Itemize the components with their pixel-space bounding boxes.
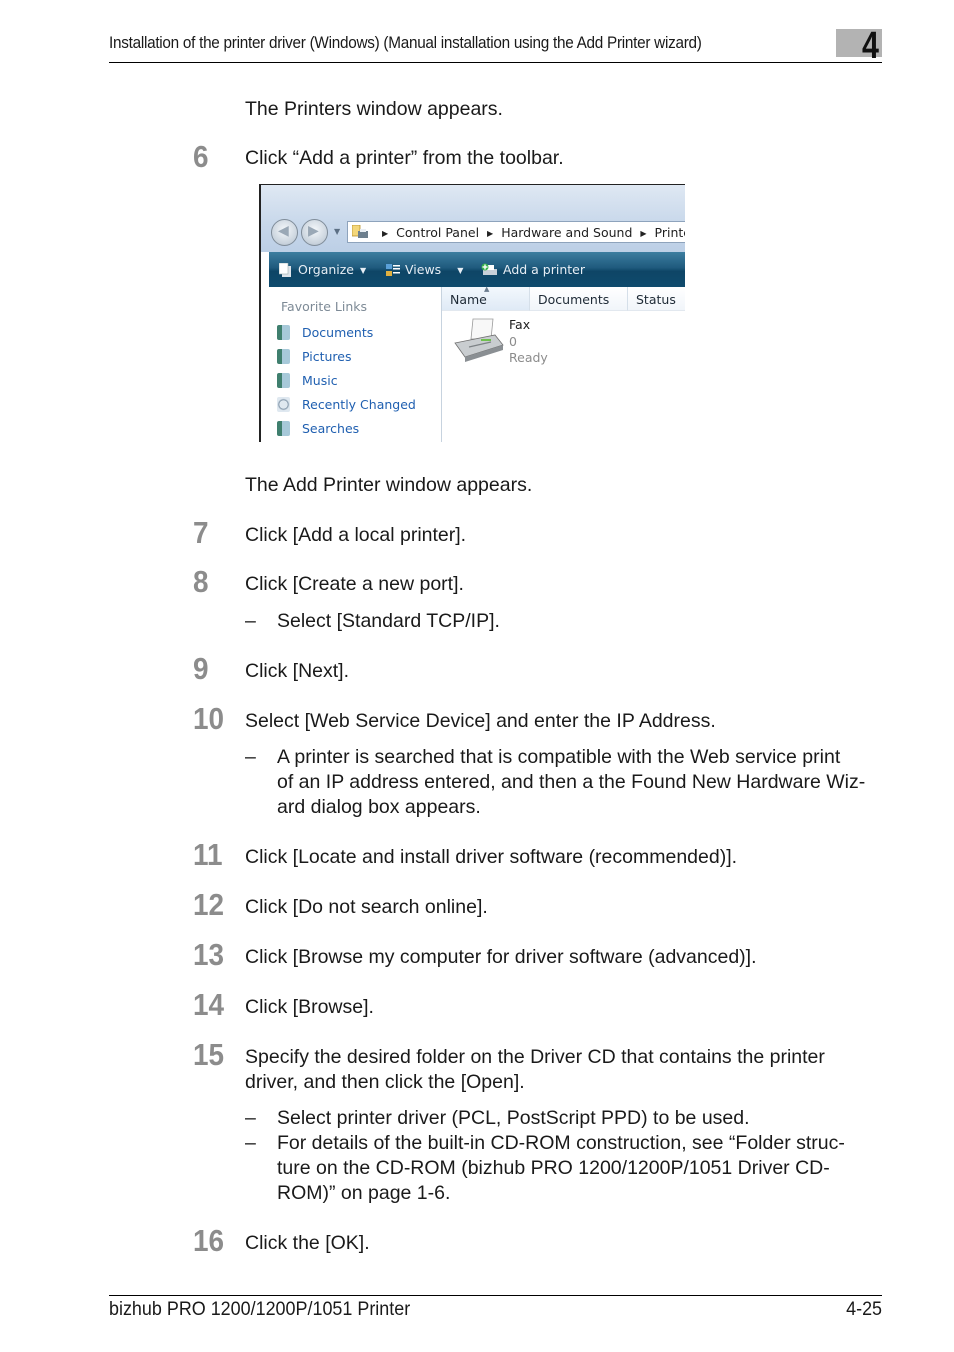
step-number: 8 — [193, 564, 209, 599]
step-number: 13 — [193, 937, 225, 972]
step-number: 14 — [193, 987, 225, 1022]
breadcrumb-control-panel[interactable]: Control Panel — [396, 225, 479, 240]
step-text: Click the [OK]. — [245, 1232, 370, 1254]
step-note-line: ard dialog box appears. — [277, 796, 481, 818]
step-text: Click [Create a new port]. — [245, 573, 464, 595]
step-number: 9 — [193, 651, 209, 686]
column-header-documents[interactable]: Documents — [530, 287, 628, 311]
footer-rule — [109, 1295, 882, 1296]
printer-status: Ready — [509, 350, 548, 365]
breadcrumb-separator-icon: ▶ — [382, 229, 389, 238]
step-note-line: ROM)” on page 1-6. — [277, 1182, 451, 1204]
note-dash: – — [245, 1107, 256, 1129]
back-arrow-icon: ◀ — [278, 223, 289, 239]
add-a-printer-button[interactable]: Add a printer — [481, 262, 585, 277]
chevron-down-icon: ▼ — [360, 266, 367, 275]
running-header-title: Installation of the printer driver (Wind… — [109, 33, 702, 52]
documents-folder-icon — [277, 325, 290, 340]
step-text-line: Specify the desired folder on the Driver… — [245, 1046, 825, 1068]
column-header-name[interactable]: ▲ Name — [442, 285, 530, 311]
favorite-links-heading: Favorite Links — [281, 299, 368, 314]
step-number: 6 — [193, 139, 209, 174]
command-toolbar: Organize ▼ Views ▼ Add a printer — [269, 252, 685, 287]
note-dash: – — [245, 1132, 256, 1154]
footer-product-name: bizhub PRO 1200/1200P/1051 Printer — [109, 1298, 411, 1320]
footer-page-number: 4-25 — [846, 1298, 882, 1320]
printer-documents-count: 0 — [509, 334, 517, 349]
step-note: Select printer driver (PCL, PostScript P… — [277, 1107, 750, 1129]
step-text: Click [Do not search online]. — [245, 896, 488, 918]
step-text: Click [Add a local printer]. — [245, 524, 467, 546]
step-text: Click [Browse]. — [245, 996, 374, 1018]
recently-changed-icon — [277, 397, 290, 412]
step-number: 15 — [193, 1037, 225, 1072]
breadcrumb-separator-icon: ▶ — [640, 229, 647, 238]
favorite-link-searches[interactable]: Searches — [277, 421, 359, 436]
chevron-down-icon: ▼ — [457, 266, 464, 275]
forward-button[interactable]: ▶ — [301, 219, 328, 246]
step-text: Click [Next]. — [245, 660, 350, 682]
navigation-pane: Favorite Links Documents Pictures Music … — [269, 287, 442, 442]
step-number: 7 — [193, 515, 209, 550]
favorite-link-pictures[interactable]: Pictures — [277, 349, 352, 364]
step-text: Click [Locate and install driver softwar… — [245, 846, 738, 868]
add-printer-icon — [481, 263, 497, 275]
chapter-number: 4 — [862, 25, 879, 67]
step-note-line: of an IP address entered, and then a the… — [277, 771, 866, 793]
back-button[interactable]: ◀ — [271, 219, 298, 246]
views-button[interactable]: Views ▼ — [386, 262, 463, 277]
after-screenshot-text: The Add Printer window appears. — [245, 474, 533, 496]
note-dash: – — [245, 746, 256, 768]
step-number: 16 — [193, 1223, 225, 1258]
favorite-link-documents[interactable]: Documents — [277, 325, 373, 340]
organize-icon — [279, 263, 291, 277]
breadcrumb-separator-icon: ▶ — [487, 229, 494, 238]
step-number: 10 — [193, 701, 225, 736]
printers-window-screenshot: ◀ ▶ ▼ ▶ Control Panel ▶ Hardware and Sound ▶… — [259, 184, 685, 442]
step-text-line: driver, and then click the [Open]. — [245, 1071, 525, 1093]
breadcrumb-hardware-and-sound[interactable]: Hardware and Sound — [501, 225, 632, 240]
music-folder-icon — [277, 373, 290, 388]
note-dash: – — [245, 610, 256, 632]
address-bar[interactable]: ▶ Control Panel ▶ Hardware and Sound ▶ Printe… — [347, 221, 685, 243]
recent-pages-dropdown-icon[interactable]: ▼ — [334, 227, 340, 236]
step-number: 12 — [193, 887, 225, 922]
printer-name[interactable]: Fax — [509, 317, 530, 332]
organize-button[interactable]: Organize ▼ — [279, 262, 366, 277]
intro-text: The Printers window appears. — [245, 98, 503, 120]
step-text: Click [Browse my computer for driver sof… — [245, 946, 757, 968]
step-note: Select [Standard TCP/IP]. — [277, 610, 500, 632]
breadcrumb-printers[interactable]: Printers — [655, 225, 685, 240]
column-header-status[interactable]: Status — [628, 287, 685, 311]
step-text: Select [Web Service Device] and enter th… — [245, 710, 716, 732]
step-note-line: For details of the built-in CD-ROM const… — [277, 1132, 845, 1154]
sort-ascending-icon: ▲ — [484, 285, 490, 293]
control-panel-icon — [352, 225, 368, 238]
breadcrumb: ▶ Control Panel ▶ Hardware and Sound ▶ Printe… — [374, 225, 685, 240]
fax-printer-icon[interactable] — [451, 317, 507, 363]
step-text: Click “Add a printer” from the toolbar. — [245, 147, 564, 169]
forward-arrow-icon: ▶ — [308, 223, 319, 239]
searches-folder-icon — [277, 421, 290, 436]
favorite-link-music[interactable]: Music — [277, 373, 338, 388]
step-note-line: ture on the CD-ROM (bizhub PRO 1200/1200… — [277, 1157, 830, 1179]
step-number: 11 — [193, 837, 223, 872]
step-note-line: A printer is searched that is compatible… — [277, 746, 841, 768]
favorite-link-recently-changed[interactable]: Recently Changed — [277, 397, 416, 412]
views-icon — [386, 264, 400, 276]
header-rule — [109, 62, 882, 63]
pictures-folder-icon — [277, 349, 290, 364]
